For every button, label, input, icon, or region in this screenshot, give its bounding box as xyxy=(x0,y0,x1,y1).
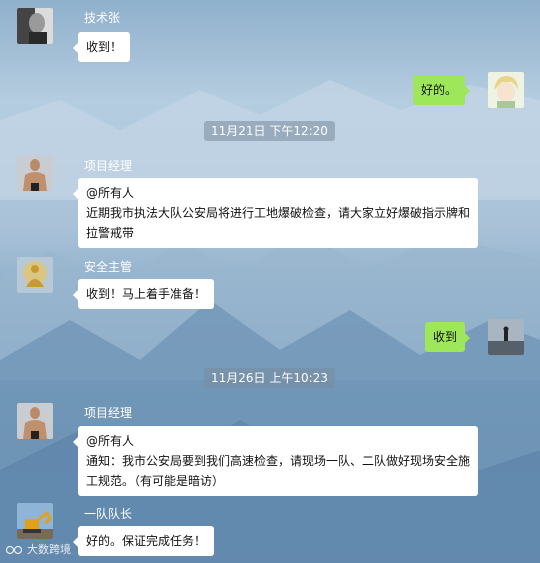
excavator-avatar[interactable] xyxy=(17,503,53,539)
anime-boy-avatar[interactable] xyxy=(488,72,524,108)
watermark-text: 大数跨境 xyxy=(27,543,71,556)
message-text-line: 通知：我市公安局要到我们高速检查，请现场一队、二队做好现场安全施 xyxy=(86,454,471,468)
message-bubble[interactable]: 收到！马上着手准备！ xyxy=(72,279,215,309)
chat-area[interactable]: 技术张 收到！ 好的。 11月21日 下午12:20 项目经理 @所有人 近期我… xyxy=(0,0,540,563)
man-portrait-avatar[interactable] xyxy=(17,8,53,44)
message-text: 好的。保证完成任务！ xyxy=(86,534,207,548)
watermark-logo-icon xyxy=(6,545,23,555)
message-text: 收到 xyxy=(433,330,458,344)
message-text-line: @所有人 xyxy=(86,186,135,200)
message-bubble[interactable]: 好的。保证完成任务！ xyxy=(72,526,215,556)
sender-name: 一队队长 xyxy=(84,507,133,521)
message-text-line: 近期我市执法大队公安局将进行工地爆破检查，请大家立好爆破指示牌和 xyxy=(86,206,471,220)
message-text-line: 工规范。（有可能是暗访） xyxy=(86,474,225,488)
sender-name: 技术张 xyxy=(84,11,121,25)
sender-name: 项目经理 xyxy=(84,406,133,420)
message-bubble[interactable]: @所有人 近期我市执法大队公安局将进行工地爆破检查，请大家立好爆破指示牌和 拉警… xyxy=(72,178,479,248)
message-bubble[interactable]: 收到！ xyxy=(72,32,131,62)
my-message-bubble[interactable]: 收到 xyxy=(425,322,471,352)
timestamp: 11月21日 下午12:20 xyxy=(204,121,335,141)
sender-name: 安全主管 xyxy=(84,260,133,274)
message-text: 收到！马上着手准备！ xyxy=(86,287,207,301)
sender-name: 项目经理 xyxy=(84,159,133,173)
message-text: 好的。 xyxy=(421,83,458,97)
message-bubble[interactable]: @所有人 通知：我市公安局要到我们高速检查，请现场一队、二队做好现场安全施 工规… xyxy=(72,426,479,496)
message-text-line: 拉警戒带 xyxy=(86,226,135,240)
my-message-bubble[interactable]: 好的。 xyxy=(413,75,471,105)
golden-buddha-avatar[interactable] xyxy=(17,257,53,293)
watermark: 大数跨境 xyxy=(6,541,71,557)
person-on-cliff-avatar[interactable] xyxy=(488,319,524,355)
shirtless-man-avatar[interactable] xyxy=(17,155,53,191)
shirtless-man-avatar[interactable] xyxy=(17,403,53,439)
timestamp: 11月26日 上午10:23 xyxy=(204,368,335,388)
message-text-line: @所有人 xyxy=(86,434,135,448)
message-text: 收到！ xyxy=(86,40,123,54)
